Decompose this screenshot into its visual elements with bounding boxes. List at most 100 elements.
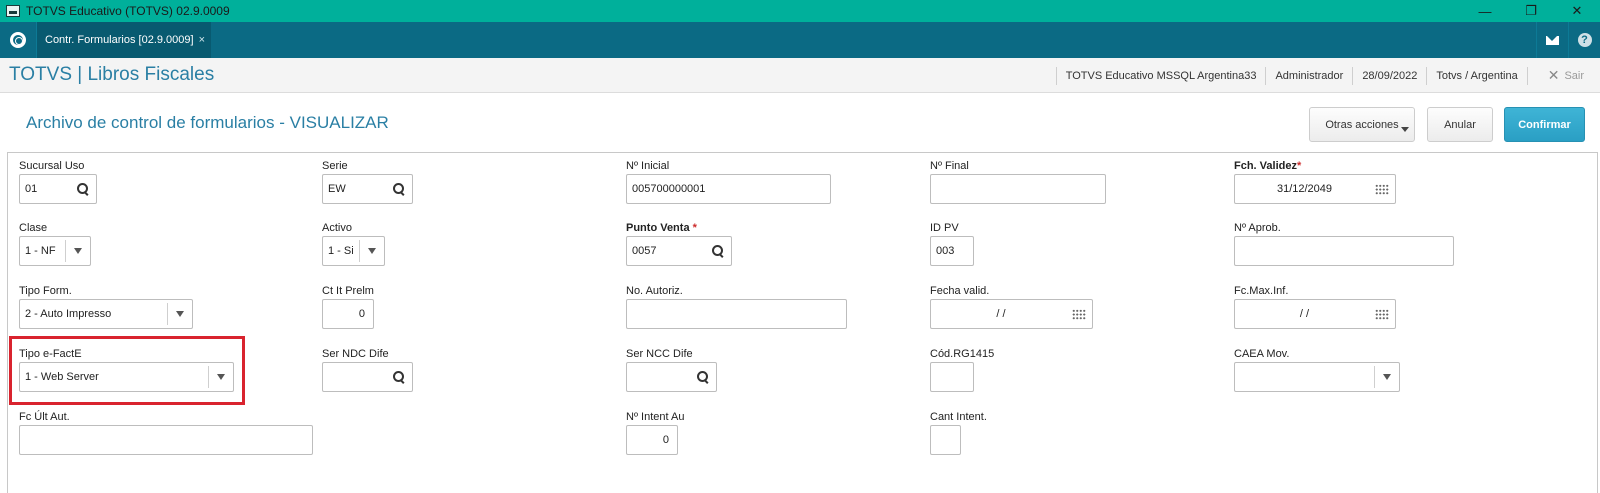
no-autoriz-input[interactable] [626,299,847,329]
form-panel: Sucursal Uso 01 Serie EW Nº Inicial 0057… [7,152,1598,493]
cod-rg1415-input[interactable] [930,362,974,392]
app-window-icon [6,5,20,17]
user-label: Administrador [1265,66,1352,85]
ser-ncc-dife-input[interactable] [626,362,717,392]
confirm-label: Confirmar [1518,118,1571,131]
clase-label: Clase [19,222,48,234]
cod-rg1415-label: Cód.RG1415 [930,348,995,360]
page-title: Archivo de control de formularios - VISU… [26,113,389,132]
search-icon[interactable] [70,175,96,203]
window-titlebar: TOTVS Educativo (TOTVS) 02.9.0009 — ❐ ✕ [0,0,1600,22]
ct-it-prelm-label: Ct It Prelm [322,285,374,297]
calendar-icon[interactable] [1369,175,1395,203]
sucursal-uso-input[interactable]: 01 [19,174,97,204]
tab-label: Contr. Formularios [02.9.0009] [45,34,194,46]
id-pv-label: ID PV [930,222,959,234]
chevron-down-icon[interactable] [66,237,90,265]
required-mark: * [692,222,697,234]
environment-label: TOTVS Educativo MSSQL Argentina33 [1055,66,1266,85]
company-label: Totvs / Argentina [1426,66,1526,85]
exit-button[interactable]: ✕ Sair [1526,66,1600,85]
page-header: Archivo de control de formularios - VISU… [7,93,1600,153]
app-header: TOTVS | Libros Fiscales TOTVS Educativo … [0,58,1600,93]
ct-it-prelm-input[interactable]: 0 [322,299,374,329]
caea-mov-label: CAEA Mov. [1234,348,1290,360]
fecha-valid-input[interactable]: / / [930,299,1093,329]
serie-value: EW [328,183,346,195]
calendar-icon[interactable] [1066,300,1092,328]
app-title: TOTVS | Libros Fiscales [9,64,215,85]
clase-select[interactable]: 1 - NF [19,236,91,266]
search-icon[interactable] [690,363,716,391]
tipo-form-value: 2 - Auto Impresso [25,308,112,320]
caret-down-icon [1401,127,1409,132]
tab-contr-formularios[interactable]: Contr. Formularios [02.9.0009] × [36,22,212,58]
activo-label: Activo [322,222,352,234]
serie-input[interactable]: EW [322,174,413,204]
serie-label: Serie [322,160,348,172]
fecha-valid-label: Fecha valid. [930,285,990,297]
id-pv-value: 003 [936,245,955,257]
punto-venta-label-text: Punto Venta [626,222,690,234]
maximize-button[interactable]: ❐ [1508,0,1554,22]
ct-it-prelm-value: 0 [358,308,365,320]
chevron-down-icon[interactable] [168,300,192,328]
fc-ult-aut-label: Fc Últ Aut. [19,411,70,423]
exit-label: Sair [1564,69,1584,82]
clase-value: 1 - NF [25,245,56,257]
calendar-icon[interactable] [1369,300,1395,328]
confirm-button[interactable]: Confirmar [1504,107,1585,142]
more-actions-label: Otras acciones [1325,118,1399,131]
fc-max-inf-input[interactable]: / / [1234,299,1396,329]
fc-max-inf-value: / / [1299,308,1310,320]
ser-ndc-dife-input[interactable] [322,362,413,392]
search-icon[interactable] [386,175,412,203]
nro-intent-au-value: 0 [662,434,669,446]
window-title: TOTVS Educativo (TOTVS) 02.9.0009 [26,4,230,18]
fch-validez-label-text: Fch. Validez [1234,160,1297,172]
close-window-button[interactable]: ✕ [1554,0,1600,22]
caea-mov-select[interactable] [1234,362,1400,392]
mail-icon[interactable] [1536,22,1568,58]
tab-close-icon[interactable]: × [199,34,205,46]
nro-inicial-input[interactable]: 005700000001 [626,174,831,204]
tipo-form-label: Tipo Form. [19,285,72,297]
fch-validez-input[interactable]: 31/12/2049 [1234,174,1396,204]
fch-validez-value: 31/12/2049 [1276,183,1333,195]
sucursal-uso-label: Sucursal Uso [19,160,85,172]
cant-intent-input[interactable] [930,425,961,455]
search-icon[interactable] [705,237,731,265]
cant-intent-label: Cant Intent. [930,411,987,423]
chevron-down-icon[interactable] [1375,363,1399,391]
date-label: 28/09/2022 [1352,66,1426,85]
activo-select[interactable]: 1 - Si [322,236,385,266]
nro-final-input[interactable] [930,174,1106,204]
no-autoriz-label: No. Autoriz. [626,285,683,297]
totvs-logo-icon[interactable] [0,22,36,58]
nro-intent-au-input[interactable]: 0 [626,425,678,455]
nro-inicial-value: 005700000001 [632,183,706,195]
punto-venta-label: Punto Venta * [626,222,697,234]
nro-intent-au-label: Nº Intent Au [626,411,685,423]
tab-bar: Contr. Formularios [02.9.0009] × ? [0,22,1600,58]
activo-value: 1 - Si [328,245,354,257]
minimize-button[interactable]: — [1462,0,1508,22]
fc-ult-aut-input[interactable] [19,425,313,455]
punto-venta-value: 0057 [632,245,657,257]
ser-ncc-dife-label: Ser NCC Dife [626,348,693,360]
close-icon: ✕ [1547,67,1560,83]
help-icon[interactable]: ? [1568,22,1600,58]
fch-validez-label: Fch. Validez* [1234,160,1301,172]
tipo-form-select[interactable]: 2 - Auto Impresso [19,299,193,329]
cancel-button[interactable]: Anular [1427,107,1493,142]
fc-max-inf-label: Fc.Max.Inf. [1234,285,1289,297]
nro-aprob-label: Nº Aprob. [1234,222,1281,234]
search-icon[interactable] [386,363,412,391]
punto-venta-input[interactable]: 0057 [626,236,732,266]
nro-aprob-input[interactable] [1234,236,1454,266]
id-pv-input[interactable]: 003 [930,236,974,266]
more-actions-button[interactable]: Otras acciones [1309,107,1415,142]
chevron-down-icon[interactable] [360,237,384,265]
highlight-frame [9,336,245,405]
fecha-valid-value: / / [996,308,1006,320]
